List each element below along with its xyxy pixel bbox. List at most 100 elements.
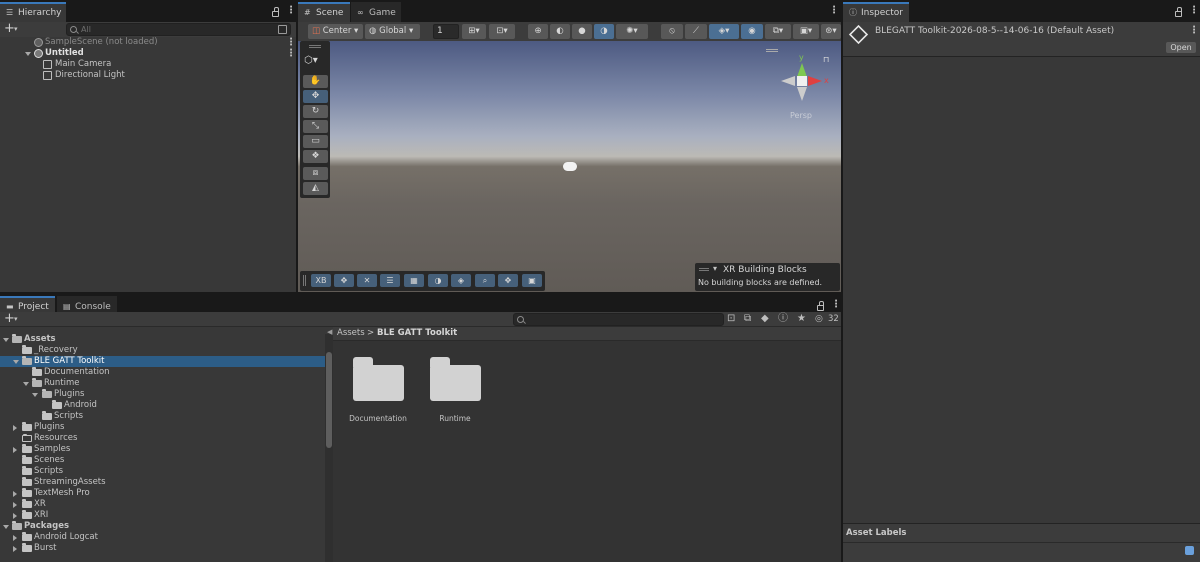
overlay-drag-handle[interactable] <box>699 268 709 271</box>
tree-row-untitled[interactable]: Untitled ⋮ <box>0 48 296 59</box>
expand-arrow-icon[interactable] <box>25 52 31 56</box>
more-icon[interactable]: ⋮ <box>286 5 296 16</box>
add-dropdown-icon[interactable]: ▾ <box>14 312 18 327</box>
search-options-icon[interactable] <box>278 25 287 34</box>
rect-tool-button[interactable]: ▭ <box>303 135 328 148</box>
tree-row-streamingassets[interactable]: StreamingAssets <box>0 477 325 488</box>
tree-row-directional-light[interactable]: Directional Light <box>0 70 296 81</box>
lock-icon[interactable]: ⊓ <box>823 55 829 64</box>
tree-row-textmesh-pro[interactable]: TextMesh Pro <box>0 488 325 499</box>
grid-item-documentation[interactable]: Documentation <box>348 357 408 427</box>
grid-snap-button[interactable]: ⊞▾ <box>462 24 486 39</box>
collapse-arrow-icon[interactable] <box>13 535 17 541</box>
tree-row-documentation[interactable]: Documentation <box>0 367 325 378</box>
search-by-type-icon[interactable]: ⊡ <box>727 313 735 325</box>
2d-toggle-button[interactable]: ⦸ <box>661 24 683 39</box>
open-button[interactable]: Open <box>1166 42 1196 53</box>
light-gizmo-icon[interactable] <box>563 162 577 171</box>
projection-label[interactable]: Persp <box>790 111 812 120</box>
tree-row-runtime[interactable]: Runtime <box>0 378 325 389</box>
more-icon[interactable]: ⋮ <box>831 299 841 310</box>
breadcrumb-current[interactable]: BLE GATT Toolkit <box>377 328 457 338</box>
collapse-arrow-icon[interactable] <box>13 425 17 431</box>
breadcrumb-root[interactable]: Assets <box>337 328 365 338</box>
rotate-tool-button[interactable]: ↻ <box>303 105 328 118</box>
wireframe-shading-button[interactable]: ⊕ <box>528 24 548 39</box>
project-search-input[interactable] <box>513 313 724 326</box>
xr-pan-button[interactable]: ✥ <box>498 274 518 287</box>
axis-neg-x-cone[interactable] <box>781 76 795 86</box>
effects-dropdown[interactable]: ◈▾ <box>709 24 739 39</box>
axis-y-cone[interactable] <box>797 63 807 77</box>
favorite-star-icon[interactable]: ★ <box>797 313 806 325</box>
move-tool-button[interactable]: ✥ <box>303 90 328 103</box>
asset-more-icon[interactable]: ⋮ <box>1189 25 1199 36</box>
tree-row-main-camera[interactable]: Main Camera <box>0 59 296 70</box>
increment-snap-button[interactable]: ⊡▾ <box>489 24 515 39</box>
expand-arrow-icon[interactable] <box>13 360 19 364</box>
more-icon[interactable]: ⋮ <box>829 5 839 16</box>
tool-context-dropdown[interactable]: ⬡▾ <box>304 55 326 69</box>
pivot-dropdown[interactable]: ◫ Center ▾ <box>308 24 363 39</box>
xr-move-button[interactable]: ✥ <box>334 274 354 287</box>
collapse-arrow-icon[interactable] <box>13 546 17 552</box>
lock-icon[interactable] <box>1175 7 1182 17</box>
gizmo-center-cube[interactable] <box>797 76 807 86</box>
handle-icon[interactable] <box>766 49 778 52</box>
tree-row-burst[interactable]: Burst <box>0 543 325 554</box>
grid-snap-input[interactable]: 1 <box>433 24 459 39</box>
lock-icon[interactable] <box>817 301 824 311</box>
tree-row-runtime-plugins[interactable]: Plugins <box>0 389 325 400</box>
collapse-arrow-icon[interactable]: ▾ <box>713 264 717 273</box>
tab-hierarchy[interactable]: ☰ Hierarchy <box>0 2 66 22</box>
lock-icon[interactable] <box>272 7 279 17</box>
tag-icon[interactable] <box>1185 546 1194 555</box>
scene-viewport[interactable]: ⬡▾ ✋ ✥ ↻ ⤡ ▭ ❖ ⧈ ◭ ⊓ y x Persp XB ✥ ✕ ☰ … <box>298 41 841 292</box>
hierarchy-search-input[interactable]: All <box>66 23 291 36</box>
tree-row-xri[interactable]: XRI <box>0 510 325 521</box>
expand-arrow-icon[interactable] <box>3 525 9 529</box>
tree-row-scripts[interactable]: Scripts <box>0 466 325 477</box>
tree-row-assets[interactable]: Assets <box>0 334 325 345</box>
visibility-toggle-button[interactable]: ◉ <box>741 24 763 39</box>
layers-dropdown[interactable]: ⧉▾ <box>765 24 791 39</box>
axis-neg-y-cone[interactable] <box>797 87 807 101</box>
xr-grid-button[interactable]: ▦ <box>404 274 424 287</box>
tab-scene[interactable]: # Scene <box>298 2 350 22</box>
orientation-gizmo[interactable]: ⊓ y x Persp <box>766 49 838 121</box>
tree-row-packages[interactable]: Packages <box>0 521 325 532</box>
xr-search-button[interactable]: ⌕ <box>475 274 495 287</box>
camera-dropdown[interactable]: ▣▾ <box>793 24 819 39</box>
tree-row-ble-gatt-toolkit[interactable]: BLE GATT Toolkit <box>0 356 325 367</box>
expand-arrow-icon[interactable] <box>3 338 9 342</box>
lighting-toggle-button[interactable]: ⟋ <box>685 24 707 39</box>
tree-row-android-logcat[interactable]: Android Logcat <box>0 532 325 543</box>
tree-row-samples[interactable]: Samples <box>0 444 325 455</box>
unlit-button[interactable]: ◑ <box>594 24 614 39</box>
expand-arrow-icon[interactable] <box>23 382 29 386</box>
tree-row-android[interactable]: Android <box>0 400 325 411</box>
overlay-drag-handle[interactable] <box>309 45 321 48</box>
transform-tool-button[interactable]: ❖ <box>303 150 328 163</box>
tag-filter-icon[interactable]: ◆ <box>761 313 769 325</box>
shaded-button[interactable]: ● <box>572 24 592 39</box>
grid-item-runtime[interactable]: Runtime <box>425 357 485 427</box>
search-by-label-icon[interactable]: ⧉ <box>744 313 751 325</box>
more-icon[interactable]: ⋮ <box>1189 5 1199 16</box>
tree-row-runtime-scripts[interactable]: Scripts <box>0 411 325 422</box>
xr-settings-button[interactable]: ☰ <box>380 274 400 287</box>
tree-row-recovery[interactable]: _Recovery <box>0 345 325 356</box>
xr-tool-button[interactable]: ◭ <box>303 182 328 195</box>
scene-more-icon[interactable]: ⋮ <box>286 37 296 48</box>
tree-scrollbar-thumb[interactable] <box>326 352 332 448</box>
space-dropdown[interactable]: ◍ Global ▾ <box>365 24 420 39</box>
collapse-arrow-icon[interactable] <box>13 513 17 519</box>
collapse-arrow-icon[interactable] <box>13 447 17 453</box>
add-dropdown-icon[interactable]: ▾ <box>14 22 18 37</box>
xr-layers-button[interactable]: ◈ <box>451 274 471 287</box>
tree-scrollbar-track[interactable] <box>325 334 333 562</box>
collapse-arrow-icon[interactable] <box>13 491 17 497</box>
tree-row-resources[interactable]: Resources <box>0 433 325 444</box>
hand-tool-button[interactable]: ✋ <box>303 75 328 88</box>
tree-row-xr[interactable]: XR <box>0 499 325 510</box>
